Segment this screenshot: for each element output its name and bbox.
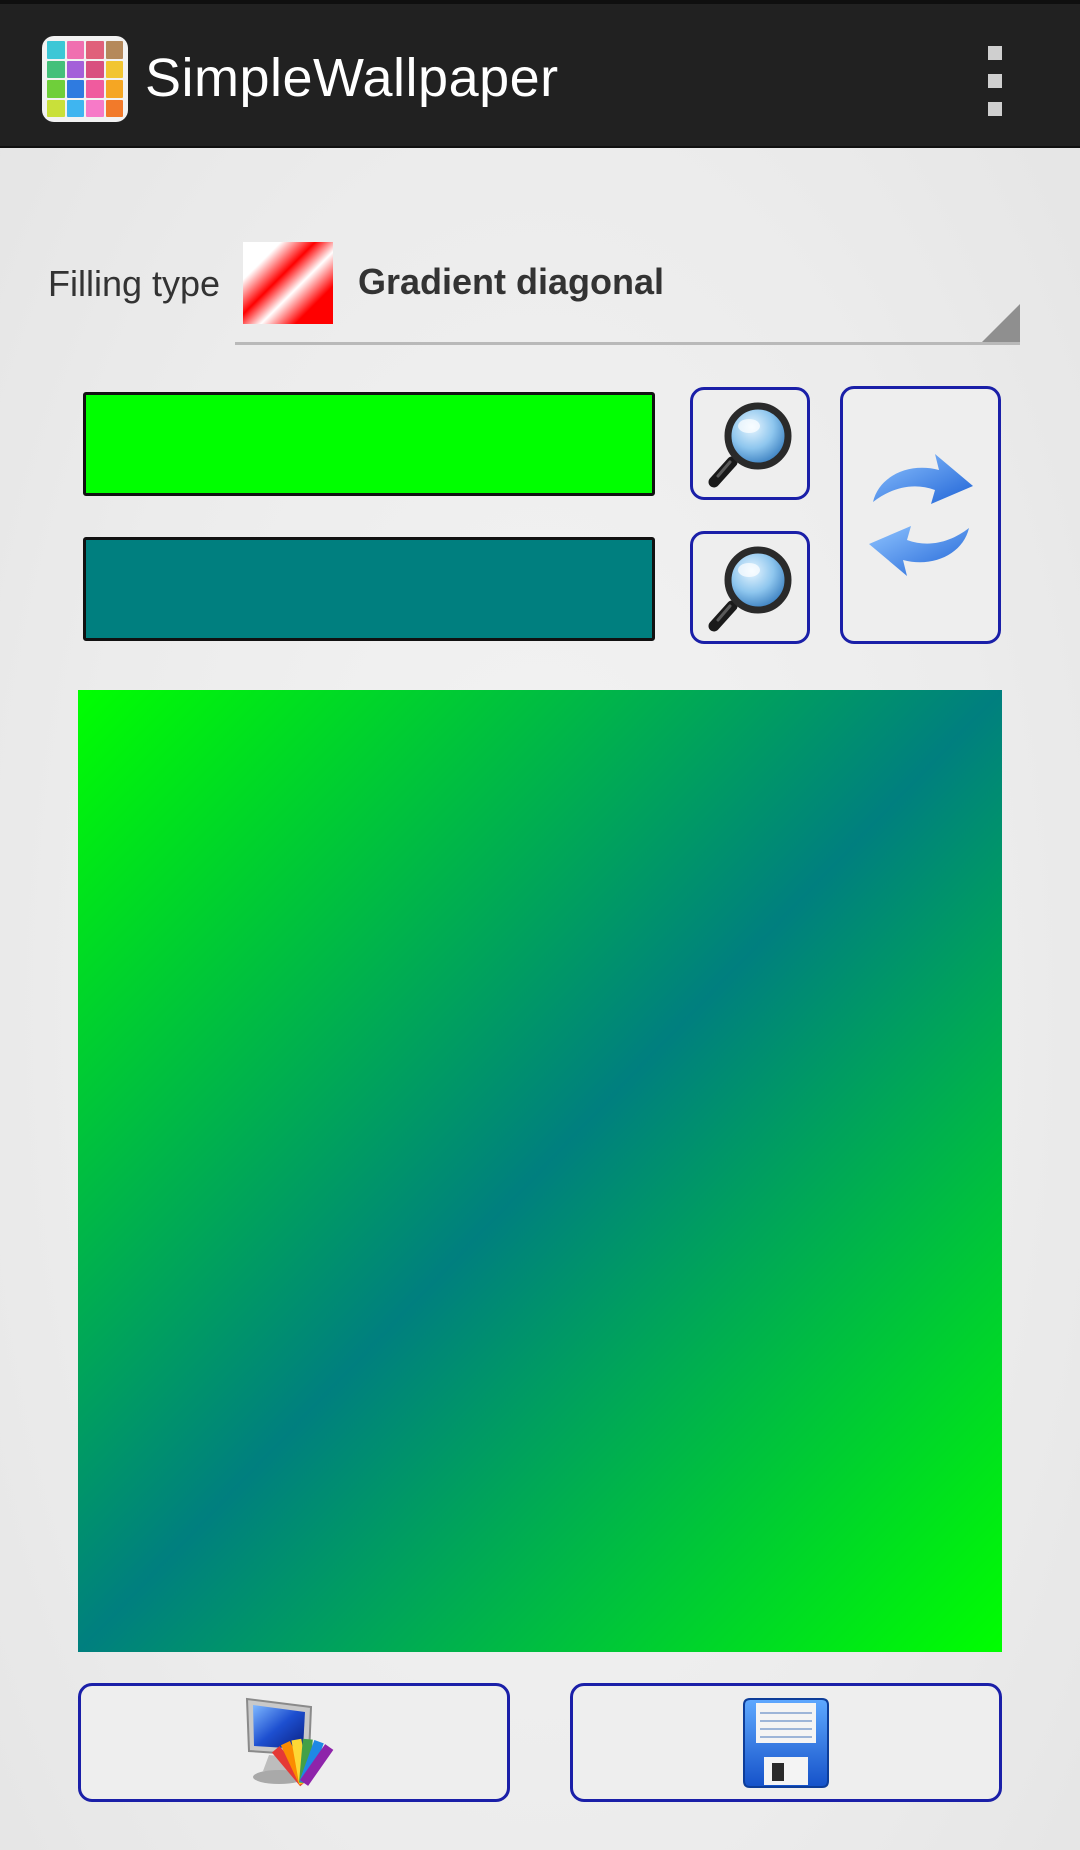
overflow-menu-icon[interactable] — [980, 46, 1010, 116]
monitor-palette-icon — [245, 1697, 334, 1786]
floppy-disk-icon — [743, 1697, 829, 1788]
gradient-diagonal-thumbnail — [243, 242, 333, 324]
action-bar: SimpleWallpaper — [0, 0, 1080, 148]
pick-second-color-button[interactable] — [690, 531, 810, 644]
app-grid-icon — [42, 36, 128, 122]
filling-type-spinner[interactable]: Gradient diagonal — [235, 240, 1020, 345]
first-color-swatch[interactable] — [83, 392, 655, 496]
swap-colors-button[interactable] — [840, 386, 1001, 644]
spinner-dropdown-indicator — [982, 304, 1020, 342]
filling-type-label: Filling type — [48, 263, 221, 304]
magnifier-icon — [708, 546, 792, 631]
wallpaper-preview — [78, 690, 1002, 1652]
magnifier-icon — [708, 402, 792, 487]
save-wallpaper-button[interactable] — [570, 1683, 1002, 1802]
swap-arrows-icon — [868, 454, 973, 576]
second-color-swatch[interactable] — [83, 537, 655, 641]
filling-type-value: Gradient diagonal — [358, 261, 665, 302]
app-title: SimpleWallpaper — [145, 48, 559, 108]
set-wallpaper-button[interactable] — [78, 1683, 510, 1802]
pick-first-color-button[interactable] — [690, 387, 810, 500]
